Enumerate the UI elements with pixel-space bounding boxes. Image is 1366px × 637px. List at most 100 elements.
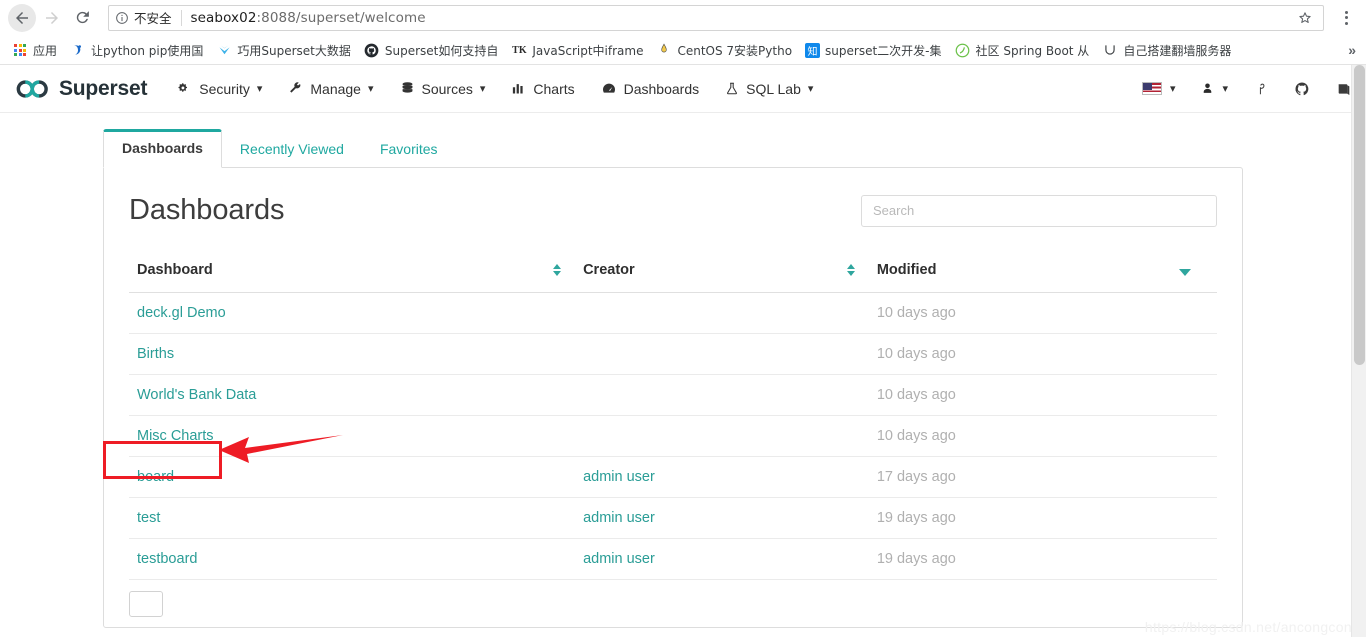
brand-home-link[interactable]: Superset	[16, 77, 147, 101]
github-link[interactable]	[1294, 81, 1310, 97]
chevron-down-icon: ▾	[257, 82, 263, 95]
language-selector[interactable]: ▾	[1142, 82, 1176, 95]
bookmark-label: CentOS 7安装Pytho	[677, 42, 792, 59]
cell-creator	[575, 375, 869, 416]
not-secure-info-icon[interactable]	[115, 11, 129, 25]
scrollbar-thumb[interactable]	[1354, 65, 1365, 365]
creator-link[interactable]: admin user	[583, 510, 655, 526]
bookmark-item[interactable]: 自己搭建翻墙服务器	[1102, 42, 1231, 59]
column-header-modified[interactable]: Modified	[869, 258, 1217, 293]
dashboard-link[interactable]: deck.gl Demo	[137, 305, 226, 321]
cell-modified: 10 days ago	[869, 416, 1217, 457]
reload-button[interactable]	[68, 4, 96, 32]
bookmark-item[interactable]: Superset如何支持自	[364, 42, 499, 59]
cell-dashboard: deck.gl Demo	[129, 293, 575, 334]
reload-icon	[74, 9, 91, 26]
tab-dashboards[interactable]: Dashboards	[103, 129, 222, 168]
table-row[interactable]: testboard admin user 19 days ago	[129, 539, 1217, 580]
url-host: seabox02	[191, 10, 257, 26]
page-viewport: Superset Security ▾ Manage ▾	[0, 65, 1366, 637]
sort-toggle-icon[interactable]	[553, 264, 561, 276]
tab-recently-viewed[interactable]: Recently Viewed	[222, 131, 362, 168]
bookmark-label: 应用	[33, 42, 57, 59]
cell-modified: 10 days ago	[869, 293, 1217, 334]
kebab-dot	[1345, 16, 1348, 19]
nav-item-dashboards[interactable]: Dashboards	[601, 81, 700, 97]
table-row[interactable]: World's Bank Data 10 days ago	[129, 375, 1217, 416]
forward-button[interactable]	[38, 4, 66, 32]
bookmark-label: Superset如何支持自	[385, 42, 499, 59]
bookmark-item[interactable]: 知 superset二次开发-集	[805, 42, 941, 59]
omnibox-divider	[181, 10, 182, 26]
bookmark-star-button[interactable]	[1293, 6, 1317, 30]
nav-item-manage[interactable]: Manage ▾	[288, 81, 373, 97]
bookmark-item[interactable]: 让python pip使用国	[70, 42, 203, 59]
column-header-creator[interactable]: Creator	[575, 258, 869, 293]
creator-link[interactable]: admin user	[583, 551, 655, 567]
chevron-down-icon: ▾	[480, 82, 486, 95]
bookmarks-bar: 应用 让python pip使用国 巧用Superset大数据 Superset…	[0, 36, 1366, 65]
bookmark-label: superset二次开发-集	[825, 42, 941, 59]
nav-item-sql-lab[interactable]: SQL Lab ▾	[725, 81, 813, 97]
bookmark-item[interactable]: 巧用Superset大数据	[216, 42, 351, 59]
creator-link[interactable]: admin user	[583, 469, 655, 485]
kebab-dot	[1345, 22, 1348, 25]
nav-item-security[interactable]: Security ▾	[177, 81, 262, 97]
bookmarks-overflow-button[interactable]: »	[1348, 42, 1356, 58]
dashboard-link[interactable]: Births	[137, 346, 174, 362]
bookmark-apps[interactable]: 应用	[12, 42, 57, 59]
table-row[interactable]: test admin user 19 days ago	[129, 498, 1217, 539]
sort-toggle-icon[interactable]	[847, 264, 855, 276]
page-scrollbar[interactable]	[1351, 65, 1366, 637]
dashboard-link[interactable]: testboard	[137, 551, 197, 567]
chevron-down-icon: ▾	[368, 82, 374, 95]
cell-dashboard: Misc Charts	[129, 416, 575, 457]
nav-item-label: Sources	[422, 81, 473, 97]
search-input[interactable]	[861, 195, 1217, 227]
pagination-page-input[interactable]	[129, 591, 163, 617]
nav-item-charts[interactable]: Charts	[511, 81, 574, 97]
browser-toolbar: 不安全 seabox02:8088/superset/welcome	[0, 0, 1366, 36]
forward-arrow-icon	[43, 9, 61, 27]
table-row[interactable]: board admin user 17 days ago	[129, 457, 1217, 498]
dashboard-link[interactable]: Misc Charts	[137, 428, 214, 444]
bookmark-item[interactable]: CentOS 7安装Pytho	[656, 42, 792, 59]
github-favicon	[364, 42, 380, 58]
back-button[interactable]	[8, 4, 36, 32]
nav-item-label: Manage	[310, 81, 361, 97]
user-menu[interactable]: ▾	[1201, 81, 1228, 96]
dashboards-panel: Dashboards Dashboard Crea	[103, 167, 1243, 628]
bookmark-item[interactable]: 社区 Spring Boot 从	[955, 42, 1090, 59]
site-favicon	[656, 42, 672, 58]
nav-item-sources[interactable]: Sources ▾	[400, 81, 486, 97]
table-row[interactable]: Births 10 days ago	[129, 334, 1217, 375]
table-row[interactable]: Misc Charts 10 days ago	[129, 416, 1217, 457]
kebab-dot	[1345, 11, 1348, 14]
tab-favorites[interactable]: Favorites	[362, 131, 456, 168]
site-favicon	[955, 42, 971, 58]
bookmark-item[interactable]: TK JavaScript中iframe	[511, 42, 643, 59]
panel-header: Dashboards	[129, 194, 1217, 227]
dashboard-link[interactable]: World's Bank Data	[137, 387, 256, 403]
dashboard-link[interactable]: board	[137, 469, 174, 485]
chrome-menu-button[interactable]	[1334, 4, 1358, 32]
cell-modified: 10 days ago	[869, 375, 1217, 416]
sort-desc-active-icon[interactable]	[1179, 269, 1191, 276]
column-header-dashboard[interactable]: Dashboard	[129, 258, 575, 293]
table-row[interactable]: deck.gl Demo 10 days ago	[129, 293, 1217, 334]
cell-dashboard: test	[129, 498, 575, 539]
bug-icon	[1254, 81, 1268, 97]
bug-report-link[interactable]	[1254, 81, 1268, 97]
chevron-down-icon: ▾	[1170, 82, 1176, 95]
book-icon	[1336, 81, 1352, 97]
sort-up-caret	[847, 264, 855, 269]
column-label: Creator	[583, 262, 635, 278]
security-label: 不安全	[134, 8, 172, 27]
gears-icon	[177, 81, 192, 96]
bookmark-label: 让python pip使用国	[91, 42, 203, 59]
docs-link[interactable]	[1336, 81, 1352, 97]
cell-modified: 19 days ago	[869, 539, 1217, 580]
address-bar[interactable]: 不安全 seabox02:8088/superset/welcome	[108, 5, 1324, 31]
dashboard-link[interactable]: test	[137, 510, 160, 526]
superset-navbar: Superset Security ▾ Manage ▾	[0, 65, 1366, 113]
